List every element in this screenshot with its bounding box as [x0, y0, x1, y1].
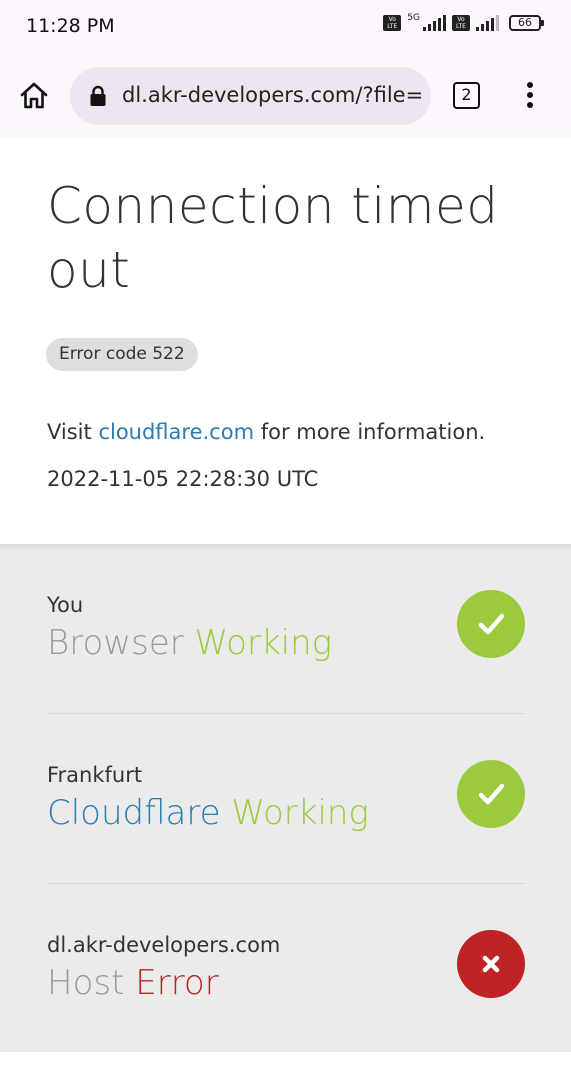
diagnostic-row-host: dl.akr-developers.com Host Error	[47, 884, 525, 1054]
node-status: Working	[231, 793, 369, 833]
check-icon	[457, 590, 525, 658]
node-status: Working	[194, 623, 333, 663]
address-bar[interactable]: dl.akr-developers.com/?file=	[70, 67, 431, 125]
diagnostic-row-browser: You Browser Working	[47, 544, 525, 714]
error-timestamp: 2022-11-05 22:28:30 UTC	[47, 467, 319, 491]
browser-toolbar: dl.akr-developers.com/?file= 2	[0, 56, 571, 138]
battery-icon: 66	[509, 15, 544, 31]
diagnostic-location: dl.akr-developers.com	[47, 933, 281, 957]
page-bottom-edge	[0, 1052, 571, 1080]
status-icons: Vo LTE 5G Vo LTE 66	[383, 13, 544, 31]
node-status: Error	[135, 963, 219, 1003]
diagnostics-panel: You Browser Working Frankfurt Cloudflare…	[0, 544, 571, 1080]
signal-icon	[423, 15, 446, 31]
system-status-bar: 11:28 PM Vo LTE 5G Vo LTE 66	[0, 0, 571, 56]
more-vert-icon[interactable]	[524, 82, 536, 110]
diagnostic-location: You	[47, 593, 84, 617]
diagnostic-node: Browser Working	[47, 623, 332, 663]
volte-icon-2: Vo LTE	[452, 15, 470, 31]
status-time: 11:28 PM	[26, 15, 115, 37]
diagnostic-location: Frankfurt	[47, 763, 143, 787]
url-text: dl.akr-developers.com/?file=	[122, 83, 423, 107]
info-suffix: for more information.	[254, 420, 486, 444]
diagnostic-node: Cloudflare Working	[47, 793, 369, 833]
home-button[interactable]	[18, 80, 50, 112]
info-prefix: Visit	[47, 420, 99, 444]
check-icon	[457, 760, 525, 828]
signal-icon-2	[476, 15, 499, 31]
diagnostic-node: Host Error	[47, 963, 219, 1003]
info-text: Visit cloudflare.com for more informatio…	[47, 420, 485, 444]
diagnostic-row-cloudflare: Frankfurt Cloudflare Working	[47, 714, 525, 884]
node-name: Host	[47, 963, 125, 1003]
page-title: Connection timed out	[47, 177, 499, 299]
node-name: Browser	[47, 623, 184, 663]
network-type: 5G	[407, 13, 420, 23]
home-icon	[20, 82, 48, 109]
error-x-icon	[457, 930, 525, 998]
node-name: Cloudflare	[47, 793, 221, 833]
cloudflare-link[interactable]: cloudflare.com	[98, 420, 254, 444]
lock-icon	[90, 85, 106, 106]
volte-icon: Vo LTE	[383, 15, 402, 31]
tab-switcher-button[interactable]: 2	[453, 82, 480, 109]
error-code-badge: Error code 522	[46, 338, 198, 371]
